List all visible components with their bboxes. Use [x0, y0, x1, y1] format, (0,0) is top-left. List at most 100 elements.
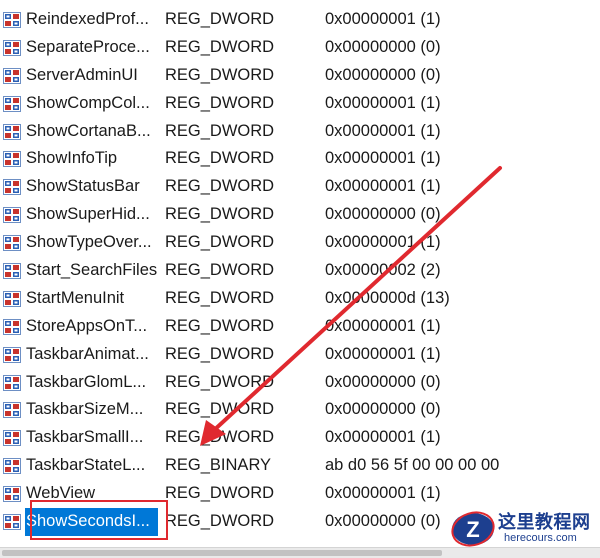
value-type: REG_DWORD	[165, 233, 275, 252]
registry-dword-value-icon	[3, 151, 21, 168]
value-name: TaskbarSmallI...	[26, 428, 144, 447]
value-name: ShowStatusBar	[26, 177, 140, 196]
registry-dword-value-icon	[3, 263, 21, 280]
site-watermark: Z 这里教程网 herecours.com	[448, 506, 596, 550]
registry-dword-value-icon	[3, 458, 21, 475]
value-data: 0x00000001 (1)	[325, 121, 441, 140]
registry-value-row[interactable]: TaskbarSizeM... REG_DWORD 0x00000000 (0)	[0, 396, 600, 424]
value-name: ReindexedProf...	[26, 10, 149, 28]
value-type: REG_DWORD	[165, 121, 275, 140]
value-data: 0x00000000 (0)	[325, 372, 441, 391]
value-type: REG_DWORD	[165, 177, 275, 196]
scrollbar-thumb[interactable]	[2, 550, 442, 556]
value-name: ShowSecondsI...	[25, 508, 158, 536]
registry-dword-value-icon	[3, 67, 21, 84]
registry-dword-value-icon	[3, 95, 21, 112]
registry-dword-value-icon	[3, 235, 21, 252]
value-data: 0x0000000d (13)	[325, 288, 450, 307]
value-data: 0x00000002 (2)	[325, 261, 441, 280]
registry-dword-value-icon	[3, 123, 21, 140]
value-type: REG_DWORD	[165, 93, 275, 112]
value-data: 0x00000001 (1)	[325, 93, 441, 112]
registry-value-row[interactable]: StoreAppsOnT... REG_DWORD 0x00000001 (1)	[0, 313, 600, 341]
registry-dword-value-icon	[3, 346, 21, 363]
value-name: ServerAdminUI	[26, 65, 138, 84]
watermark-url: herecours.com	[504, 532, 577, 544]
value-type: REG_DWORD	[165, 65, 275, 84]
watermark-logo-icon: Z	[451, 511, 495, 547]
value-name: TaskbarAnimat...	[26, 344, 149, 363]
value-data: 0x00000001 (1)	[325, 344, 441, 363]
value-data: 0x00000000 (0)	[325, 400, 441, 419]
value-type: REG_BINARY	[165, 456, 272, 475]
value-type: REG_DWORD	[165, 344, 275, 363]
value-name: TaskbarGlomL...	[26, 372, 147, 391]
value-name: StartMenuInit	[26, 288, 125, 307]
registry-value-row[interactable]: TaskbarGlomL... REG_DWORD 0x00000000 (0)	[0, 369, 600, 397]
registry-dword-value-icon	[3, 486, 21, 503]
value-type: REG_DWORD	[165, 10, 275, 28]
registry-values-list: ReindexedProf... REG_DWORD 0x00000001 (1…	[0, 6, 600, 536]
value-data: 0x00000000 (0)	[325, 65, 441, 84]
value-name: TaskbarStateL...	[26, 456, 146, 475]
registry-dword-value-icon	[3, 207, 21, 224]
value-data: 0x00000000 (0)	[325, 512, 441, 531]
registry-value-row[interactable]: ShowStatusBar REG_DWORD 0x00000001 (1)	[0, 173, 600, 201]
registry-dword-value-icon	[3, 39, 21, 56]
value-data: 0x00000001 (1)	[325, 428, 441, 447]
registry-dword-value-icon	[3, 318, 21, 335]
value-data: 0x00000001 (1)	[325, 149, 441, 168]
svg-text:Z: Z	[466, 517, 479, 542]
registry-value-row[interactable]: ReindexedProf... REG_DWORD 0x00000001 (1…	[0, 6, 600, 34]
value-type: REG_DWORD	[165, 428, 275, 447]
registry-value-row[interactable]: WebView REG_DWORD 0x00000001 (1)	[0, 480, 600, 508]
value-name: ShowCortanaB...	[26, 121, 151, 140]
registry-value-row[interactable]: StartMenuInit REG_DWORD 0x0000000d (13)	[0, 285, 600, 313]
registry-dword-value-icon	[3, 514, 21, 531]
value-name: ShowTypeOver...	[26, 233, 152, 252]
value-type: REG_DWORD	[165, 512, 275, 531]
registry-dword-value-icon	[3, 430, 21, 447]
value-name: Start_SearchFiles	[26, 261, 158, 280]
value-name: ShowInfoTip	[26, 149, 118, 168]
registry-value-row[interactable]: SeparateProce... REG_DWORD 0x00000000 (0…	[0, 34, 600, 62]
registry-dword-value-icon	[3, 374, 21, 391]
watermark-title: 这里教程网	[498, 512, 591, 533]
registry-value-row[interactable]: ShowInfoTip REG_DWORD 0x00000001 (1)	[0, 145, 600, 173]
value-type: REG_DWORD	[165, 149, 275, 168]
registry-value-row[interactable]: ShowCortanaB... REG_DWORD 0x00000001 (1)	[0, 118, 600, 146]
value-data: 0x00000001 (1)	[325, 484, 441, 503]
registry-value-row[interactable]: TaskbarAnimat... REG_DWORD 0x00000001 (1…	[0, 341, 600, 369]
registry-value-row[interactable]: ShowTypeOver... REG_DWORD 0x00000001 (1)	[0, 229, 600, 257]
value-data: ab d0 56 5f 00 00 00 00	[325, 456, 500, 475]
registry-value-row[interactable]: TaskbarStateL... REG_BINARY ab d0 56 5f …	[0, 452, 600, 480]
registry-dword-value-icon	[3, 12, 21, 28]
registry-value-row[interactable]: Start_SearchFiles REG_DWORD 0x00000002 (…	[0, 257, 600, 285]
value-data: 0x00000000 (0)	[325, 205, 441, 224]
registry-value-row[interactable]: ServerAdminUI REG_DWORD 0x00000000 (0)	[0, 62, 600, 90]
value-data: 0x00000001 (1)	[325, 316, 441, 335]
value-data: 0x00000001 (1)	[325, 233, 441, 252]
value-type: REG_DWORD	[165, 205, 275, 224]
value-data: 0x00000001 (1)	[325, 177, 441, 196]
value-type: REG_DWORD	[165, 400, 275, 419]
registry-value-row[interactable]: ShowSuperHid... REG_DWORD 0x00000000 (0)	[0, 201, 600, 229]
registry-dword-value-icon	[3, 290, 21, 307]
value-type: REG_DWORD	[165, 288, 275, 307]
value-type: REG_DWORD	[165, 484, 275, 503]
value-data: 0x00000001 (1)	[325, 10, 441, 28]
value-type: REG_DWORD	[165, 261, 275, 280]
registry-value-row[interactable]: ShowCompCol... REG_DWORD 0x00000001 (1)	[0, 90, 600, 118]
value-name: WebView	[26, 484, 96, 503]
value-data: 0x00000000 (0)	[325, 37, 441, 56]
value-name: StoreAppsOnT...	[26, 316, 148, 335]
value-name: ShowCompCol...	[26, 93, 150, 112]
registry-dword-value-icon	[3, 179, 21, 196]
value-type: REG_DWORD	[165, 372, 275, 391]
value-type: REG_DWORD	[165, 316, 275, 335]
value-name: ShowSuperHid...	[26, 205, 150, 224]
value-type: REG_DWORD	[165, 37, 275, 56]
registry-value-row[interactable]: TaskbarSmallI... REG_DWORD 0x00000001 (1…	[0, 424, 600, 452]
registry-dword-value-icon	[3, 402, 21, 419]
value-name: SeparateProce...	[26, 37, 150, 56]
